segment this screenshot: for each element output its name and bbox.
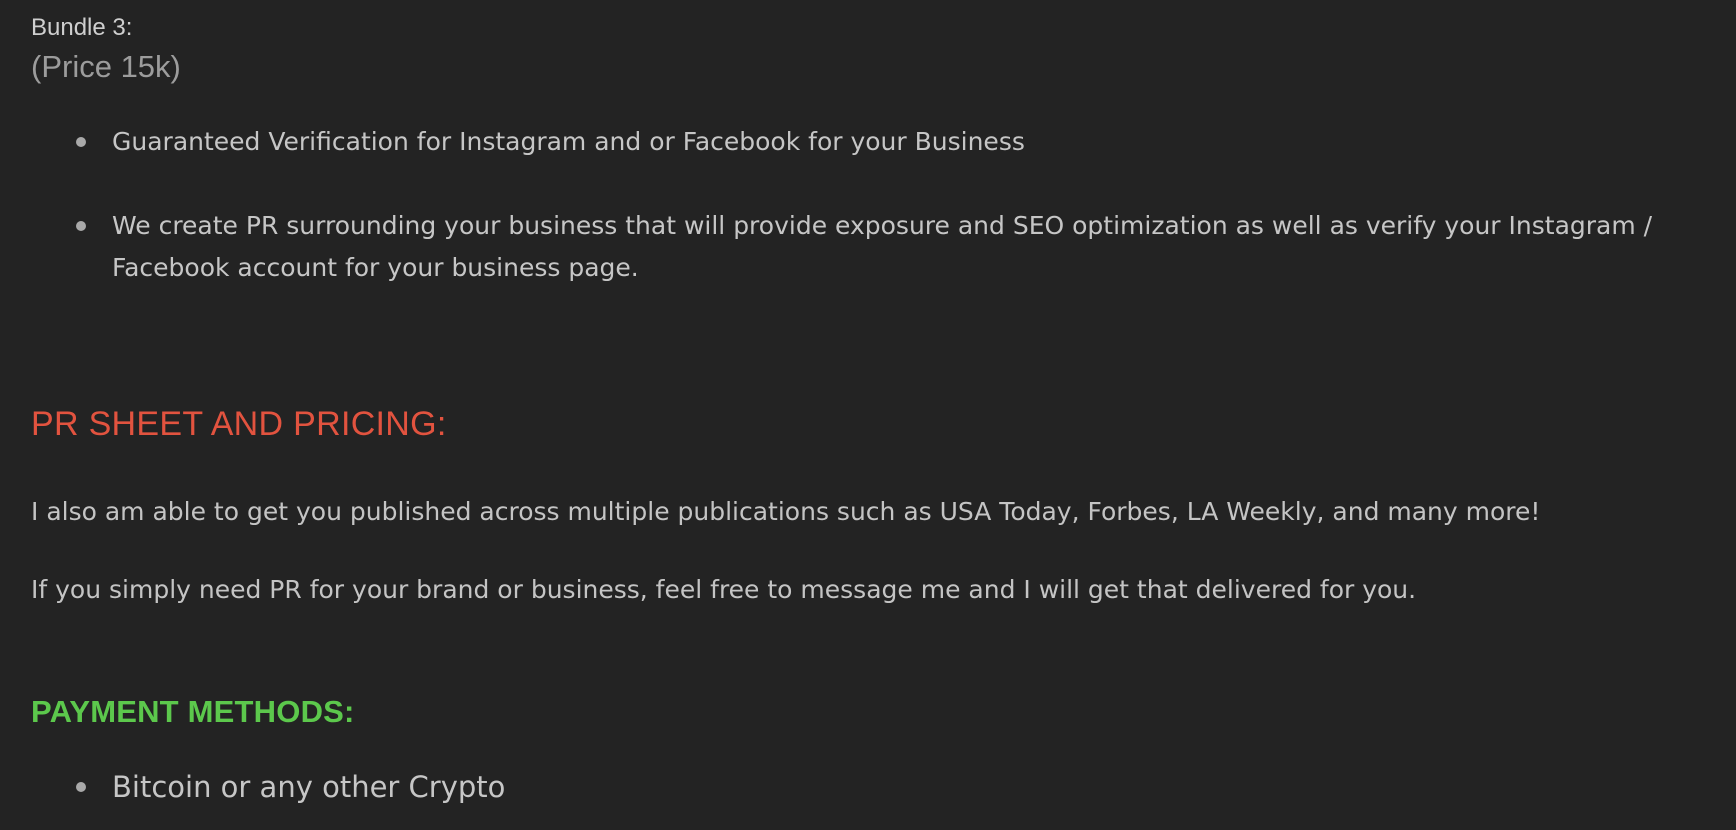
payment-methods-heading: PAYMENT METHODS: [31,694,355,729]
bundle-feature-list: Guaranteed Verification for Instagram an… [76,121,1716,289]
pr-sheet-heading: PR SHEET AND PRICING: [31,405,447,443]
bullet-dot-icon [76,137,86,147]
bundle-label: Bundle 3: [31,14,133,41]
payment-method-text: Bitcoin or any other Crypto [112,770,506,804]
bullet-dot-icon [76,221,86,231]
list-item: Bitcoin or any other Crypto [76,764,1716,810]
document-page: Bundle 3: (Price 15k) Guaranteed Verific… [0,0,1736,830]
pr-paragraph-publications: I also am able to get you published acro… [31,497,1541,526]
list-item: Guaranteed Verification for Instagram an… [76,121,1716,163]
bullet-dot-icon [76,782,86,792]
payment-method-list: Bitcoin or any other Crypto [76,764,1716,810]
bundle-feature-text: Guaranteed Verification for Instagram an… [112,127,1025,156]
bundle-feature-text: We create PR surrounding your business t… [112,211,1653,282]
bundle-price: (Price 15k) [31,49,181,84]
list-item: We create PR surrounding your business t… [76,205,1716,289]
pr-paragraph-contact: If you simply need PR for your brand or … [31,575,1417,604]
